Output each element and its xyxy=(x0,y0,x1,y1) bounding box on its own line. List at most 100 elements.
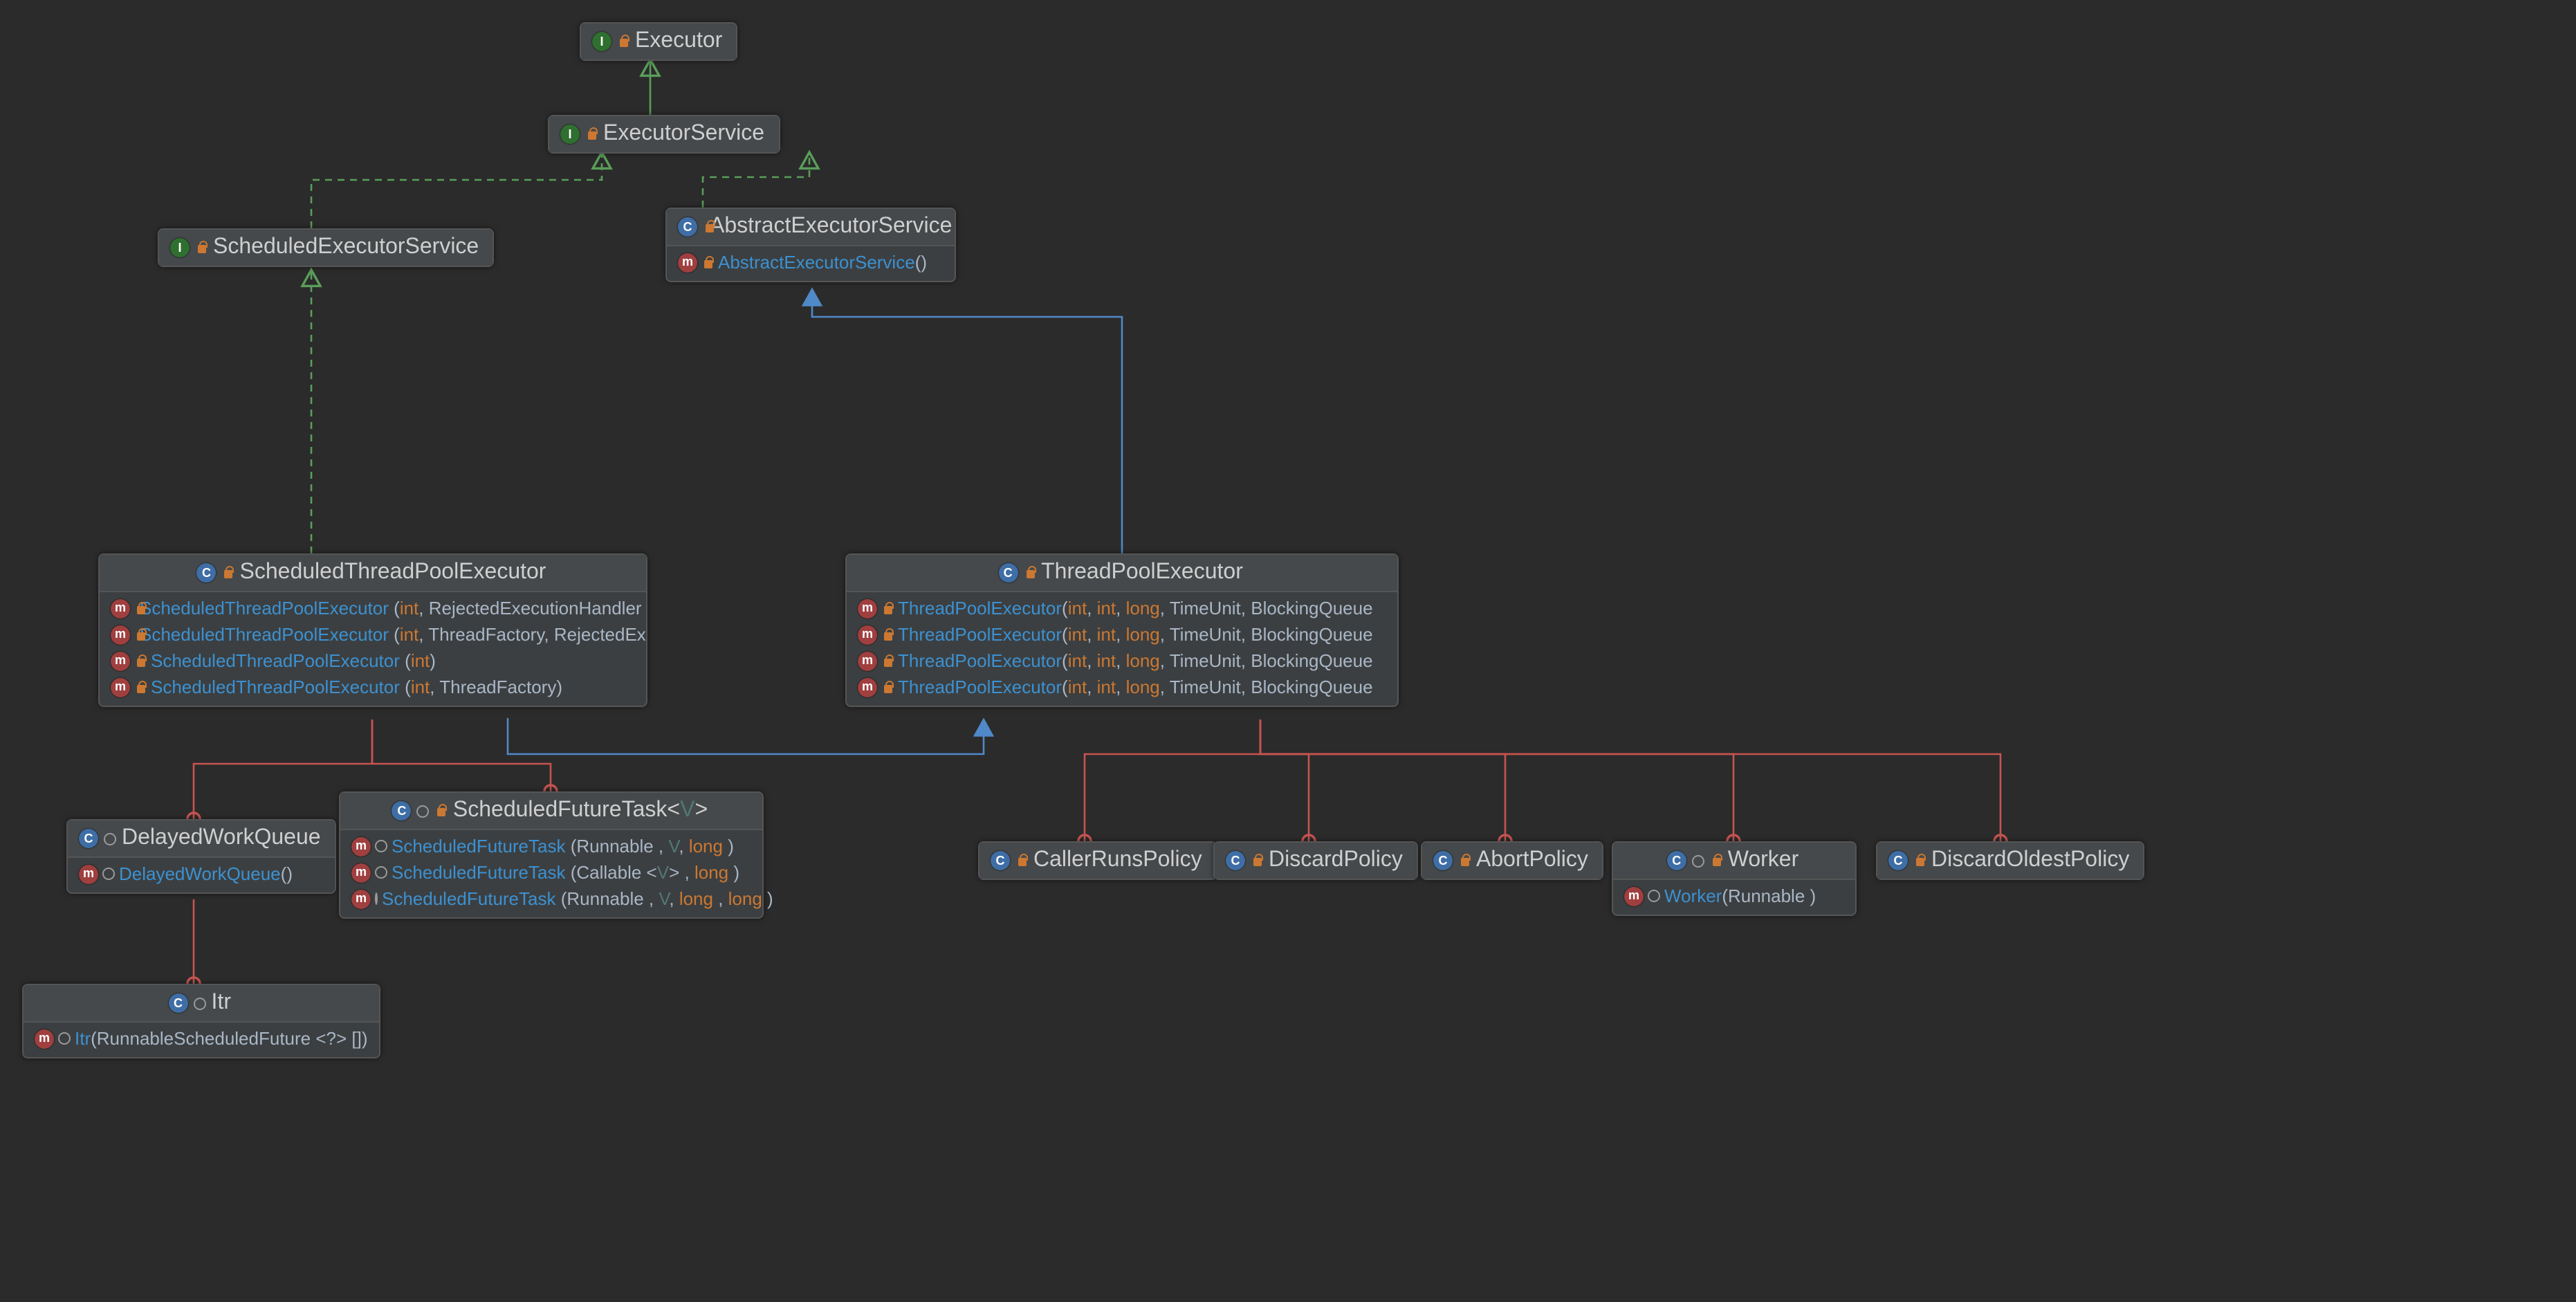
member-row[interactable]: mScheduledFutureTask (Callable <V> , lon… xyxy=(351,859,751,886)
node-title: C Worker xyxy=(1613,843,1855,880)
method-icon: m xyxy=(35,1029,54,1048)
node-body: mThreadPoolExecutor(int, int, long, Time… xyxy=(847,592,1397,706)
node-title: C DiscardPolicy xyxy=(1215,843,1417,879)
lock-icon xyxy=(883,601,894,615)
member-sig: (int, int, long, TimeUnit, BlockingQueue xyxy=(1062,650,1373,671)
class-icon: C xyxy=(998,563,1018,583)
member-row[interactable]: mThreadPoolExecutor(int, int, long, Time… xyxy=(858,621,1386,648)
member-row[interactable]: m AbstractExecutorService() xyxy=(678,249,944,275)
node-title: C DelayedWorkQueue xyxy=(68,820,335,858)
member-name: ScheduledFutureTask xyxy=(392,836,566,856)
member-row[interactable]: m DelayedWorkQueue() xyxy=(79,861,324,887)
inner-marker-icon xyxy=(417,805,430,817)
member-name: ScheduledThreadPoolExecutor xyxy=(151,650,400,671)
member-row[interactable]: mThreadPoolExecutor(int, int, long, Time… xyxy=(858,674,1386,700)
method-icon: m xyxy=(858,598,877,618)
lock-icon xyxy=(883,680,894,694)
member-row[interactable]: m ThreadPoolExecutor(int, int, long, Time… xyxy=(858,648,1386,674)
member-row[interactable]: m Worker(Runnable ) xyxy=(1624,883,1844,909)
lock-icon xyxy=(1711,854,1722,868)
node-scheduledthreadpoolexecutor[interactable]: C ScheduledThreadPoolExecutor mScheduled… xyxy=(98,553,647,707)
class-icon: C xyxy=(79,829,98,848)
member-name: ScheduledFutureTask xyxy=(382,888,556,909)
title-text: AbortPolicy xyxy=(1476,848,1588,873)
member-sig: (int, int, long, TimeUnit, BlockingQueue xyxy=(1062,677,1373,697)
member-row[interactable]: m Itr(RunnableScheduledFuture <?> []) xyxy=(35,1025,368,1052)
member-sig: (Runnable , V, long , long ) xyxy=(556,888,773,909)
lock-icon xyxy=(883,654,894,668)
node-discardpolicy[interactable]: C DiscardPolicy xyxy=(1213,841,1418,880)
node-title: C AbortPolicy xyxy=(1422,843,1602,879)
node-itr[interactable]: C Itr m Itr(RunnableScheduledFuture <?> … xyxy=(22,984,380,1058)
title-text: Itr xyxy=(212,991,231,1016)
title-text: ScheduledThreadPoolExecutor xyxy=(240,560,546,585)
method-icon: m xyxy=(858,651,877,670)
member-sig: (int, int, long, TimeUnit, BlockingQueue xyxy=(1062,624,1373,645)
lock-icon xyxy=(1460,854,1471,868)
node-title: C CallerRunsPolicy xyxy=(979,843,1216,879)
method-icon: m xyxy=(79,864,98,883)
lock-icon xyxy=(1915,854,1926,868)
member-name: DelayedWorkQueue xyxy=(119,863,281,884)
inner-marker-icon xyxy=(375,892,378,905)
inner-marker-icon xyxy=(58,1032,71,1045)
node-title: I Executor xyxy=(581,24,736,59)
lock-icon xyxy=(136,680,147,694)
title-text: DiscardPolicy xyxy=(1269,848,1403,873)
member-sig: (int, RejectedExecutionHandler ) xyxy=(389,598,647,618)
member-sig: (RunnableScheduledFuture <?> []) xyxy=(91,1028,367,1049)
title-text: ScheduledFutureTask<V> xyxy=(453,798,708,823)
member-name: ScheduledFutureTask xyxy=(392,862,566,883)
method-icon: m xyxy=(351,863,371,882)
method-icon: m xyxy=(1624,886,1644,906)
node-title: C Itr xyxy=(24,985,379,1023)
member-sig: (Runnable ) xyxy=(1722,886,1816,906)
node-executorservice[interactable]: I ExecutorService xyxy=(548,115,780,154)
method-icon: m xyxy=(111,677,130,697)
member-row[interactable]: mScheduledFutureTask (Runnable , V, long… xyxy=(351,833,751,859)
class-icon: C xyxy=(1667,851,1686,870)
member-sig: () xyxy=(915,252,927,273)
node-threadpoolexecutor[interactable]: C ThreadPoolExecutor mThreadPoolExecutor… xyxy=(845,553,1399,707)
node-delayedworkqueue[interactable]: C DelayedWorkQueue m DelayedWorkQueue() xyxy=(66,819,336,894)
class-icon: C xyxy=(1226,851,1245,870)
lock-icon xyxy=(1252,854,1263,868)
inner-marker-icon xyxy=(375,840,387,852)
node-executor[interactable]: I Executor xyxy=(580,22,737,61)
node-discardoldestpolicy[interactable]: C DiscardOldestPolicy xyxy=(1876,841,2144,880)
inner-marker-icon xyxy=(1648,890,1660,902)
inner-marker-icon xyxy=(194,997,206,1009)
node-title: C ScheduledThreadPoolExecutor xyxy=(100,555,646,592)
lock-icon xyxy=(587,127,598,141)
method-icon: m xyxy=(351,889,371,908)
member-row[interactable]: mScheduledFutureTask (Runnable , V, long… xyxy=(351,886,751,912)
node-callerrunspolicy[interactable]: C CallerRunsPolicy xyxy=(978,841,1217,880)
member-name: Itr xyxy=(75,1028,91,1049)
member-row[interactable]: mThreadPoolExecutor(int, int, long, Time… xyxy=(858,595,1386,621)
node-abortpolicy[interactable]: C AbortPolicy xyxy=(1421,841,1603,880)
member-name: ScheduledThreadPoolExecutor xyxy=(151,677,400,697)
lock-icon xyxy=(223,566,234,580)
method-icon: m xyxy=(111,598,130,618)
uml-diagram-canvas[interactable]: I Executor I ExecutorService I Scheduled… xyxy=(0,0,2576,1302)
lock-icon xyxy=(136,654,147,668)
inner-marker-icon xyxy=(375,866,387,879)
title-text: Executor xyxy=(635,29,722,54)
node-worker[interactable]: C Worker m Worker(Runnable ) xyxy=(1612,841,1857,916)
node-scheduledfuturetask[interactable]: C ScheduledFutureTask<V> mScheduledFutur… xyxy=(339,791,764,919)
node-abstractexecutorservice[interactable]: C AbstractExecutorService m AbstractExec… xyxy=(665,208,956,282)
member-sig: (int, int, long, TimeUnit, BlockingQueue xyxy=(1062,598,1373,618)
node-body: m ScheduledThreadPoolExecutor (int, Rejec… xyxy=(100,592,646,706)
member-name: ThreadPoolExecutor xyxy=(898,650,1062,671)
node-body: m Worker(Runnable ) xyxy=(1613,880,1855,915)
member-sig: (int, ThreadFactory) xyxy=(400,677,562,697)
class-icon: C xyxy=(678,217,697,237)
node-scheduledexecutorservice[interactable]: I ScheduledExecutorService xyxy=(158,228,494,267)
member-row[interactable]: mScheduledThreadPoolExecutor (int, Threa… xyxy=(111,621,635,648)
member-row[interactable]: mScheduledThreadPoolExecutor (int, Rejec… xyxy=(111,595,635,621)
member-row[interactable]: m ScheduledThreadPoolExecutor (int, Threa… xyxy=(111,674,635,700)
method-icon: m xyxy=(351,836,371,856)
lock-icon xyxy=(618,35,629,48)
member-name: AbstractExecutorService xyxy=(718,252,915,273)
member-row[interactable]: mScheduledThreadPoolExecutor (int) xyxy=(111,648,635,674)
